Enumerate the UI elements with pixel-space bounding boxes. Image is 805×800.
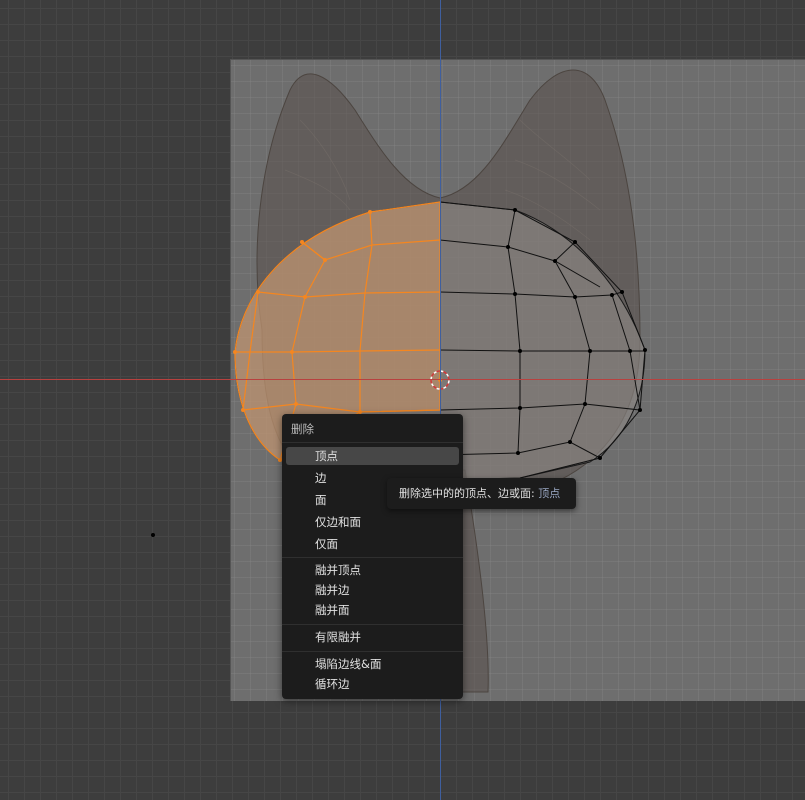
mouse-cursor-dot: [151, 533, 155, 537]
menu-item-dissolve-faces[interactable]: 融并面: [286, 601, 459, 619]
menu-separator: [282, 624, 463, 625]
delete-menu[interactable]: 删除 顶点 边 面 仅边和面 仅面 融并顶点 融并边 融并面 有限融并 塌陷边线…: [282, 414, 463, 699]
menu-item-only-faces[interactable]: 仅面: [286, 535, 459, 553]
tooltip-value: 顶点: [538, 487, 561, 500]
menu-item-edge-loops[interactable]: 循环边: [286, 675, 459, 693]
menu-item-dissolve-edges[interactable]: 融并边: [286, 581, 459, 599]
menu-item-collapse-edges-faces[interactable]: 塌陷边线&面: [286, 655, 459, 673]
menu-title: 删除: [291, 422, 314, 436]
tooltip-text: 删除选中的的顶点、边或面:: [399, 487, 535, 500]
menu-item-only-edges-faces[interactable]: 仅边和面: [286, 513, 459, 531]
menu-separator: [282, 442, 463, 443]
menu-separator: [282, 651, 463, 652]
menu-item-dissolve-vertices[interactable]: 融并顶点: [286, 561, 459, 579]
menu-separator: [282, 557, 463, 558]
x-axis-line: [0, 379, 805, 380]
tooltip: 删除选中的的顶点、边或面: 顶点: [387, 478, 576, 509]
menu-item-limited-dissolve[interactable]: 有限融并: [286, 628, 459, 646]
menu-item-delete-vertices[interactable]: 顶点: [286, 447, 459, 465]
